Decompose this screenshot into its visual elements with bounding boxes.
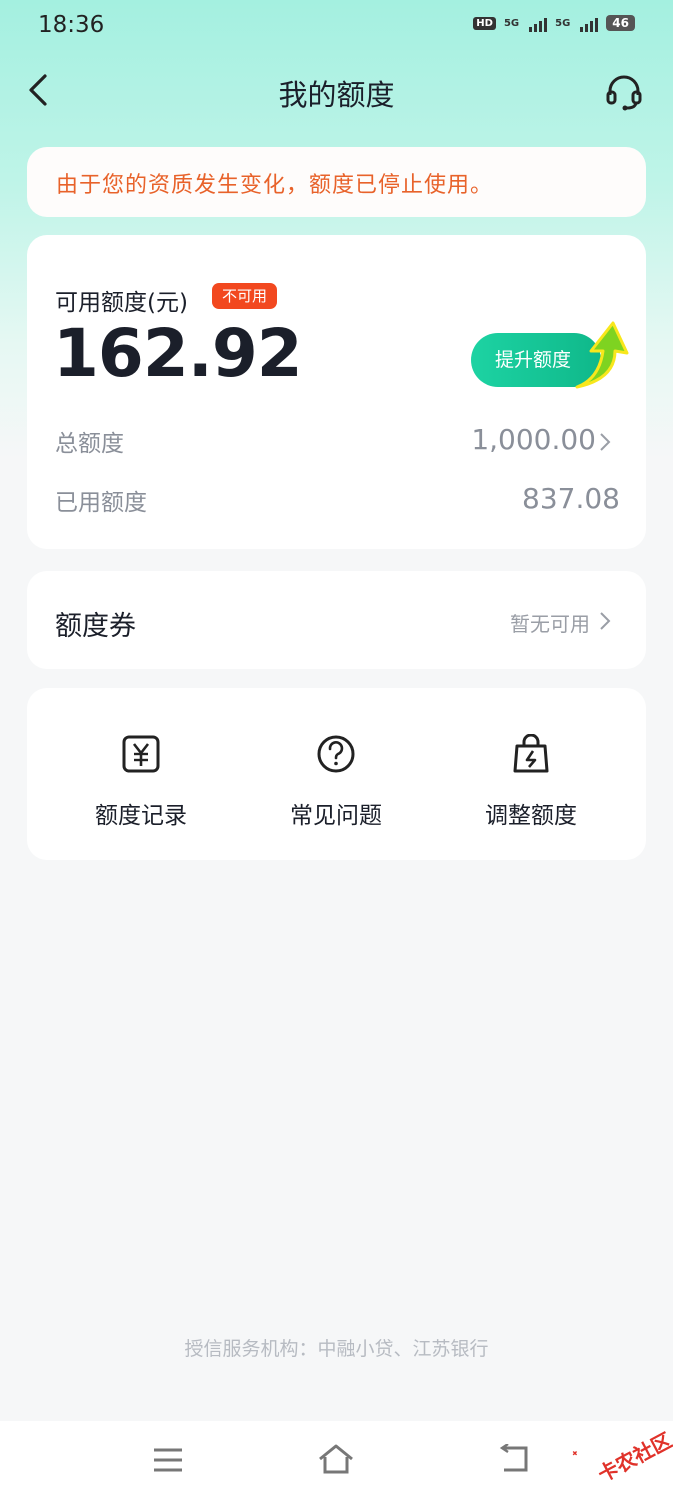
status-badge: 不可用 xyxy=(212,283,278,309)
headset-icon[interactable] xyxy=(605,73,643,111)
menu-label: 常见问题 xyxy=(290,803,382,829)
notice-banner: 由于您的资质发生变化，额度已停止使用。 xyxy=(27,147,646,217)
credit-institution-note: 授信服务机构：中融小贷、江苏银行 xyxy=(184,1338,489,1360)
used-quota-value: 837.08 xyxy=(522,482,620,515)
coupon-title: 额度券 xyxy=(55,611,136,642)
question-icon xyxy=(317,735,355,773)
menu-label: 额度记录 xyxy=(95,803,187,829)
yuan-record-icon xyxy=(122,735,160,773)
nav-bar: 我的额度 xyxy=(0,60,673,120)
quota-card: 可用额度(元) 不可用 162.92 提升额度 总额度 1,000.00 已用额… xyxy=(27,235,646,549)
sim1-label: 5G xyxy=(503,17,520,29)
menu-item-faq[interactable]: 常见问题 xyxy=(246,688,426,860)
battery-icon: 46 xyxy=(606,15,635,31)
return-icon[interactable] xyxy=(496,1444,532,1474)
menu-icon[interactable] xyxy=(152,1447,184,1473)
total-quota-label: 总额度 xyxy=(55,431,124,457)
menu-label: 调整额度 xyxy=(485,803,577,829)
available-amount: 162.92 xyxy=(53,315,303,392)
lightning-bag-icon xyxy=(513,734,549,773)
chevron-right-icon xyxy=(600,612,611,630)
chevron-right-icon[interactable] xyxy=(598,431,612,453)
status-icons: HD 5G 5G 46 xyxy=(473,14,635,32)
coupon-status: 暂无可用 xyxy=(510,612,590,636)
page-title: 我的额度 xyxy=(278,78,395,112)
signal-icon xyxy=(529,14,548,32)
up-arrow-icon xyxy=(575,321,629,389)
hd-icon: HD xyxy=(473,16,496,30)
status-time: 18:36 xyxy=(38,12,105,38)
notice-text: 由于您的资质发生变化，额度已停止使用。 xyxy=(56,173,494,198)
sim2-label: 5G xyxy=(555,17,571,29)
coupon-row[interactable]: 额度券 暂无可用 xyxy=(27,571,646,669)
signal-icon-2 xyxy=(580,14,599,32)
total-quota-value[interactable]: 1,000.00 xyxy=(471,423,596,456)
shortcut-menu: 额度记录 常见问题 调整额度 xyxy=(27,688,646,860)
watermark-logo-icon xyxy=(572,1450,578,1456)
menu-item-adjust-quota[interactable]: 调整额度 xyxy=(441,688,621,860)
available-label: 可用额度(元) xyxy=(55,290,188,316)
home-icon[interactable] xyxy=(317,1443,355,1475)
menu-item-quota-record[interactable]: 额度记录 xyxy=(51,688,231,860)
status-bar: 18:36 HD 5G 5G 46 xyxy=(0,0,673,52)
used-quota-label: 已用额度 xyxy=(55,490,147,516)
